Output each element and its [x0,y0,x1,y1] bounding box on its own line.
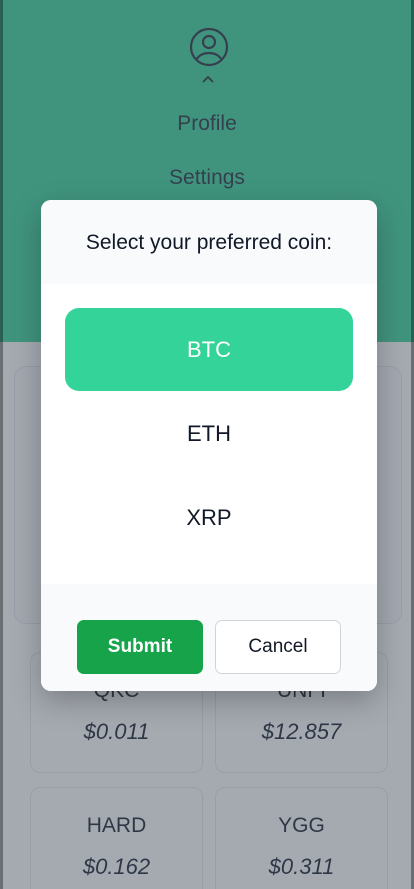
coin-option-btc[interactable]: BTC [65,308,353,391]
submit-button[interactable]: Submit [77,620,203,674]
cancel-button[interactable]: Cancel [215,620,341,674]
modal-body: BTC ETH XRP [41,284,377,584]
modal-header: Select your preferred coin: [41,200,377,284]
coin-option-eth[interactable]: ETH [65,394,353,474]
left-edge [0,0,3,889]
modal-title: Select your preferred coin: [85,231,333,254]
app-screen: Profile Settings QKC $0.011 UNFI $12.857… [0,0,414,889]
coin-option-xrp[interactable]: XRP [65,478,353,558]
coin-select-modal: Select your preferred coin: BTC ETH XRP … [41,200,377,691]
modal-footer: Submit Cancel [41,584,377,691]
